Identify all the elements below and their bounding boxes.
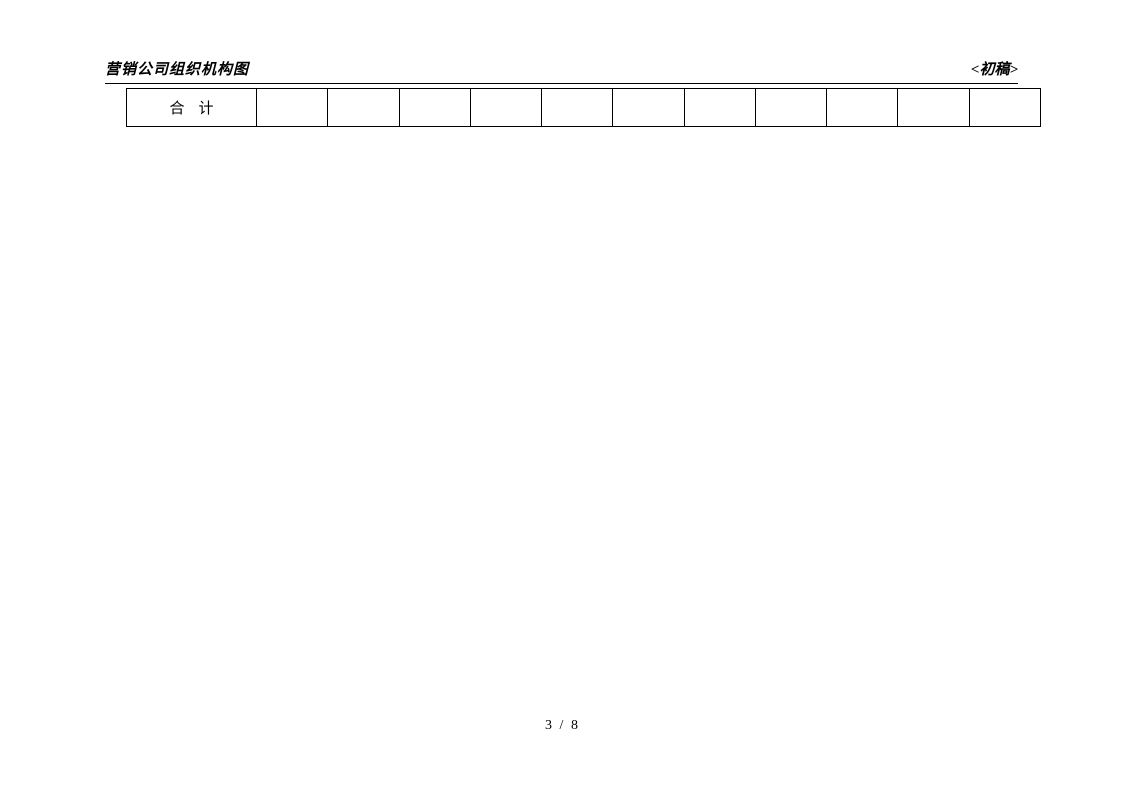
page-sep: /	[560, 718, 564, 733]
cell	[399, 89, 470, 127]
table-row: 合计	[127, 89, 1041, 127]
cell	[898, 89, 969, 127]
cell	[969, 89, 1040, 127]
cell	[470, 89, 541, 127]
page-current: 3	[545, 718, 552, 733]
summary-table: 合计	[126, 88, 1041, 127]
cell	[684, 89, 755, 127]
cell	[257, 89, 328, 127]
row-label: 合计	[127, 89, 257, 127]
page-number: 3 / 8	[0, 718, 1123, 734]
page-total: 8	[571, 718, 578, 733]
page-header: 营销公司组织机构图 <初稿>	[105, 58, 1018, 79]
header-title: 营销公司组织机构图	[105, 58, 249, 79]
cell	[328, 89, 399, 127]
cell	[827, 89, 898, 127]
page: 营销公司组织机构图 <初稿> 合计 3 / 8	[0, 0, 1123, 794]
header-rule	[105, 83, 1018, 84]
cell	[755, 89, 826, 127]
header-status: <初稿>	[971, 58, 1018, 79]
cell	[613, 89, 684, 127]
cell	[542, 89, 613, 127]
